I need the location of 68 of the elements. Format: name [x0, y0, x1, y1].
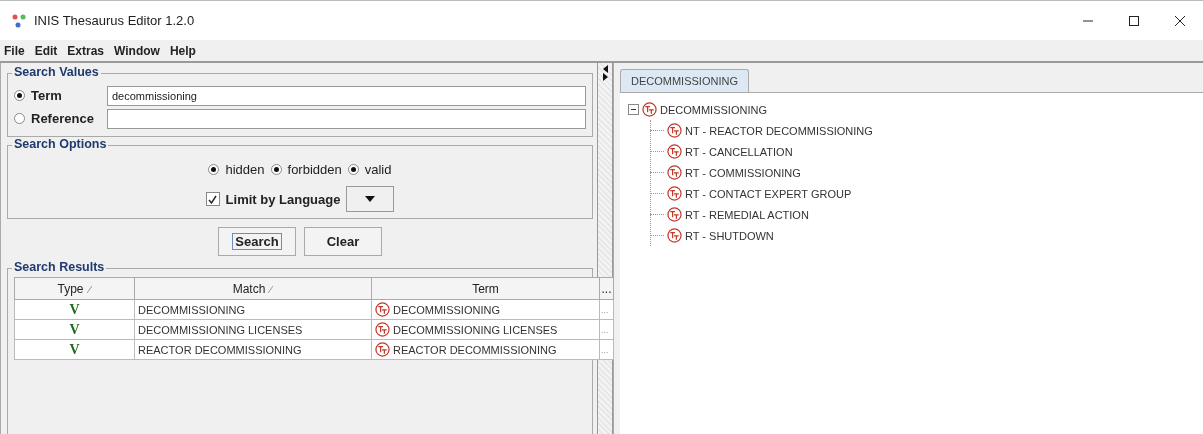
sort-icon	[268, 285, 274, 293]
term-icon	[667, 123, 682, 138]
search-field[interactable]: decommissioning	[107, 85, 586, 106]
group-title: Search Results	[12, 260, 107, 274]
radio-button[interactable]	[14, 113, 25, 124]
tab[interactable]: DECOMMISSIONING	[620, 69, 749, 92]
filter-toggle[interactable]	[347, 163, 359, 175]
tree-item[interactable]: RT - REMEDIAL ACTION	[685, 208, 809, 221]
tree-item[interactable]: RT - CANCELLATION	[685, 145, 793, 158]
radio-label: Term	[31, 88, 63, 103]
table-cell: V	[14, 339, 135, 360]
table-cell: DECOMMISSIONING	[134, 299, 372, 320]
radio-label: Reference	[31, 111, 95, 126]
table-cell: DECOMMISSIONING LICENSES	[134, 319, 372, 340]
table-cell: V	[14, 319, 135, 340]
action-button[interactable]: Clear	[304, 227, 382, 256]
checkbox[interactable]	[205, 192, 220, 206]
filter-label: forbidden	[287, 161, 342, 177]
group-title: Search Options	[12, 137, 109, 151]
app-logo-icon	[12, 13, 26, 28]
term-icon	[375, 302, 390, 317]
table-cell: REACTOR DECOMMISSIONING	[134, 339, 372, 360]
tree-item[interactable]: RT - SHUTDOWN	[685, 229, 774, 242]
term-icon	[667, 207, 682, 222]
tree-item[interactable]: RT - COMMISSIONING	[685, 166, 801, 179]
collapse-right-icon[interactable]	[602, 73, 608, 81]
table-cell: ...	[599, 299, 614, 320]
tree-item[interactable]: DECOMMISSIONING	[660, 103, 767, 116]
table-cell: DECOMMISSIONING	[393, 303, 500, 316]
search-field[interactable]	[107, 108, 586, 129]
term-icon	[642, 102, 657, 117]
table-cell: DECOMMISSIONING LICENSES	[393, 323, 558, 336]
language-dropdown[interactable]	[346, 186, 395, 212]
tree-item[interactable]: RT - CONTACT EXPERT GROUP	[685, 187, 852, 200]
maximize-icon	[1128, 14, 1140, 27]
table-cell: REACTOR DECOMMISSIONING	[393, 343, 557, 356]
term-icon	[667, 186, 682, 201]
filter-label: valid	[364, 161, 392, 177]
term-icon	[667, 228, 682, 243]
table-cell: ...	[599, 339, 614, 360]
term-icon	[667, 144, 682, 159]
term-icon	[667, 165, 682, 180]
table-cell: V	[14, 299, 135, 320]
close-icon	[1174, 14, 1186, 27]
table-cell: ...	[599, 319, 614, 340]
dropdown-arrow-icon	[365, 196, 376, 202]
window-title: INIS Thesaurus Editor 1.2.0	[34, 13, 196, 28]
checkbox-label: Limit by Language	[225, 191, 341, 207]
tree-item[interactable]: NT - REACTOR DECOMMISSIONING	[685, 124, 873, 137]
column-header[interactable]: Match	[134, 277, 372, 300]
filter-toggle[interactable]	[208, 163, 220, 175]
sort-icon	[86, 285, 92, 293]
menu-item[interactable]: File	[4, 43, 25, 58]
column-header[interactable]: Type	[14, 277, 135, 300]
filter-label: hidden	[225, 161, 265, 177]
menu-item[interactable]: Edit	[34, 43, 58, 58]
filter-toggle[interactable]	[270, 163, 282, 175]
term-icon	[375, 322, 390, 337]
collapse-icon[interactable]	[628, 104, 639, 115]
action-button[interactable]: Search	[218, 227, 296, 256]
menu-item[interactable]: Window	[114, 43, 160, 58]
menu-item[interactable]: Help	[169, 43, 196, 58]
column-header[interactable]: Term	[371, 277, 600, 300]
group-title: Search Values	[12, 65, 101, 79]
collapse-left-icon[interactable]	[602, 65, 608, 73]
term-icon	[375, 342, 390, 357]
radio-button[interactable]	[14, 90, 25, 101]
menu-item[interactable]: Extras	[67, 43, 105, 58]
